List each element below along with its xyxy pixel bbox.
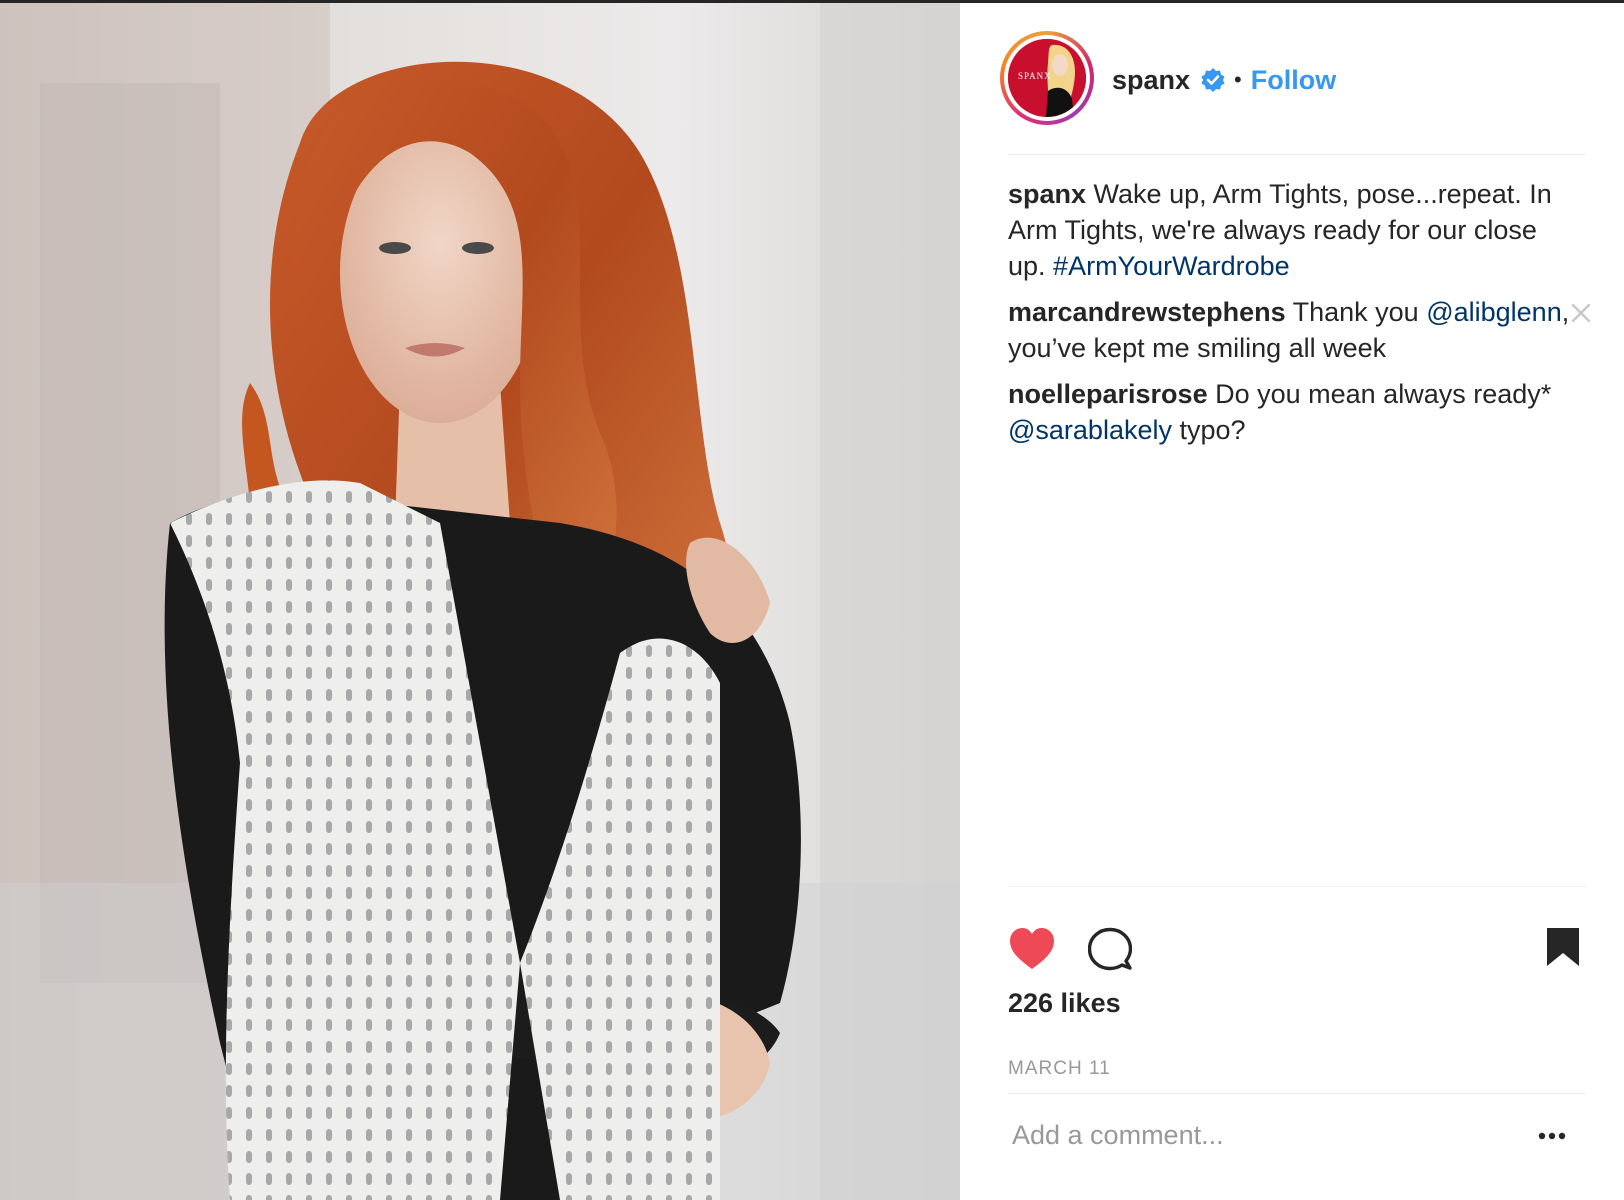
avatar[interactable]: SPANX <box>1008 39 1086 117</box>
comment-text: Thank you <box>1285 297 1427 327</box>
header-divider <box>1008 154 1586 155</box>
comment-item: marcandrewstephens Thank you @alibglenn,… <box>1008 294 1591 366</box>
post-photo-illustration <box>0 3 960 1200</box>
story-ring[interactable]: SPANX <box>1000 31 1094 125</box>
add-comment-input[interactable] <box>1008 1113 1512 1157</box>
username-row: spanx • Follow <box>1112 63 1336 97</box>
actions-divider <box>1008 886 1586 887</box>
verified-badge-icon <box>1201 68 1225 92</box>
comment-divider <box>1008 1093 1586 1094</box>
post-sidebar: SPANX spanx • Follow spanx Wake up, Arm … <box>960 3 1624 1200</box>
heart-icon[interactable] <box>1008 927 1056 971</box>
post-date[interactable]: MARCH 11 <box>1008 1058 1111 1080</box>
follow-button[interactable]: Follow <box>1251 65 1336 96</box>
mention-link[interactable]: @sarablakely <box>1008 415 1172 445</box>
more-options-icon[interactable] <box>1538 1132 1566 1140</box>
bookmark-icon[interactable] <box>1546 927 1580 967</box>
avatar-border: SPANX <box>1004 35 1090 121</box>
close-icon[interactable] <box>1570 302 1592 324</box>
comment-item: noelleparisrose Do you mean always ready… <box>1008 376 1578 448</box>
comment-text: Do you mean always ready* <box>1207 379 1552 409</box>
comment-text: typo? <box>1171 415 1246 445</box>
comment-icon[interactable] <box>1088 927 1132 971</box>
post-header: SPANX spanx • Follow <box>960 3 1624 158</box>
comments-list: spanx Wake up, Arm Tights, pose...repeat… <box>1008 176 1591 458</box>
comment-author[interactable]: marcandrewstephens <box>1008 297 1286 327</box>
avatar-brand-text: SPANX <box>1018 71 1052 81</box>
instagram-post-window: SPANX spanx • Follow spanx Wake up, Arm … <box>0 0 1624 1200</box>
comment-author[interactable]: noelleparisrose <box>1008 379 1208 409</box>
action-bar <box>1008 925 1586 973</box>
caption: spanx Wake up, Arm Tights, pose...repeat… <box>1008 176 1578 284</box>
hashtag-link[interactable]: #ArmYourWardrobe <box>1053 251 1290 281</box>
comment-author[interactable]: spanx <box>1008 179 1086 209</box>
mention-link[interactable]: @alibglenn <box>1426 297 1562 327</box>
post-image[interactable] <box>0 3 960 1200</box>
separator-dot: • <box>1234 67 1242 92</box>
username-link[interactable]: spanx <box>1112 65 1190 96</box>
likes-count[interactable]: 226 likes <box>1008 988 1121 1019</box>
